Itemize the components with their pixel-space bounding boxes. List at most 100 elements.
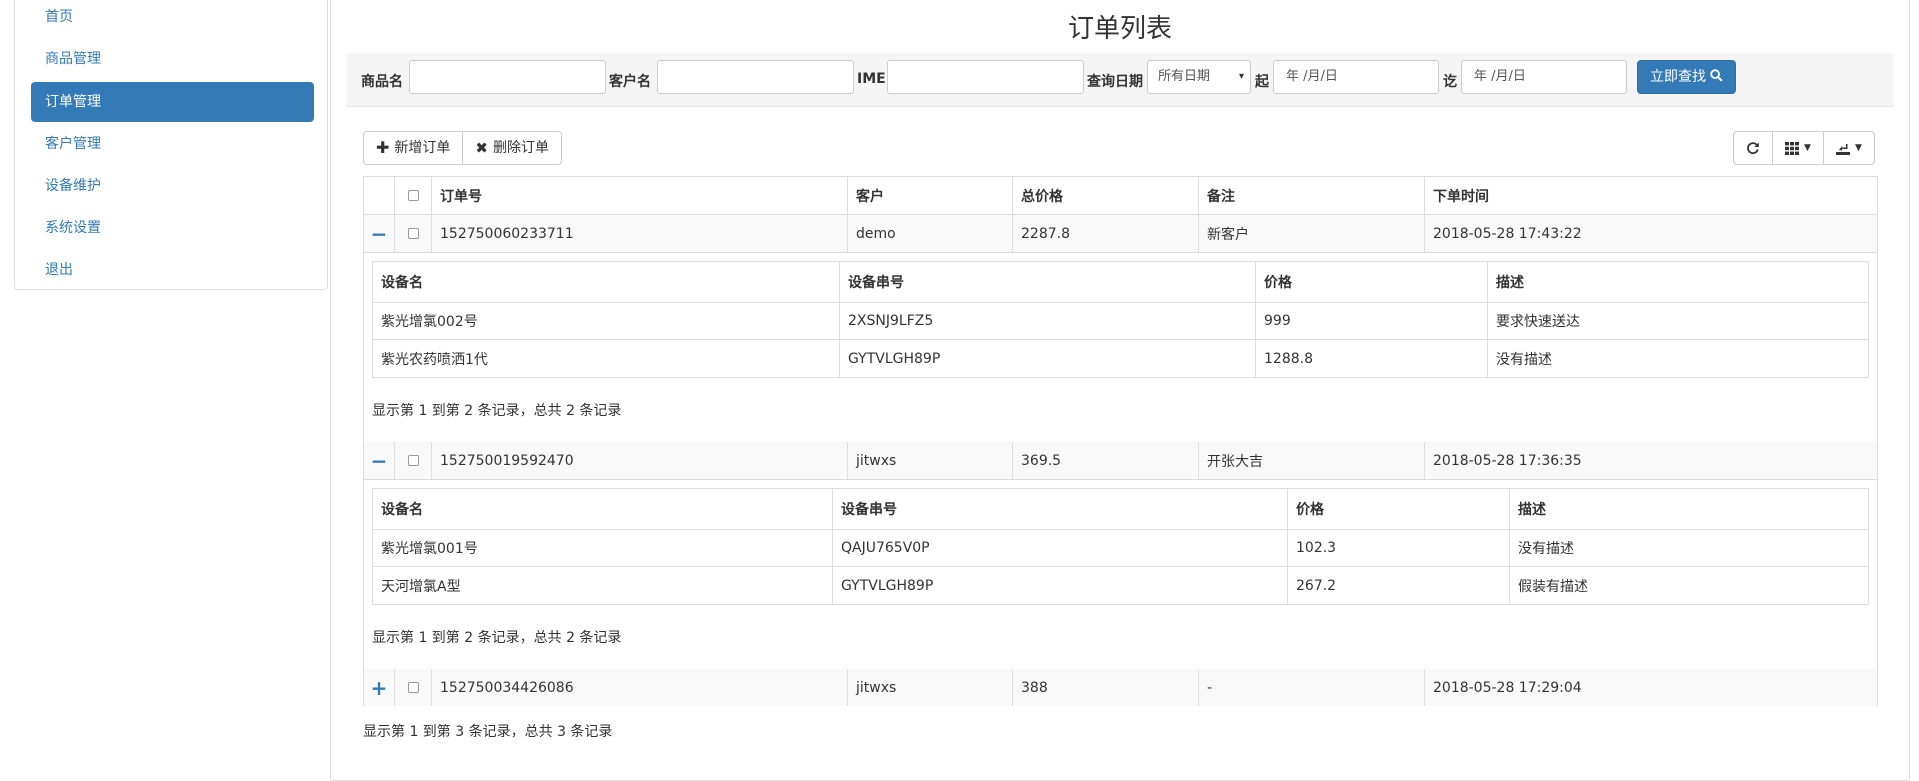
- imei-input[interactable]: [887, 60, 1084, 94]
- order-time: 2018-05-28 17:29:04: [1424, 669, 1877, 706]
- detail-column-header: 描述: [1509, 489, 1868, 529]
- order-customer: jitwxs: [847, 669, 1012, 706]
- device-serial: 2XSNJ9LFZ5: [839, 303, 1255, 339]
- detail-column-header: 设备名: [381, 275, 423, 291]
- detail-header: 设备名 设备串号 价格 描述: [373, 489, 1868, 530]
- expand-icon[interactable]: +: [364, 669, 394, 706]
- to-date-placeholder: 年 /月/日: [1474, 69, 1526, 84]
- order-total: 388: [1012, 669, 1198, 706]
- refresh-icon: [1747, 142, 1759, 154]
- add-order-label: 新增订单: [394, 140, 451, 156]
- from-date-input[interactable]: 年 /月/日: [1273, 60, 1439, 94]
- to-date-input[interactable]: 年 /月/日: [1461, 60, 1627, 94]
- device-desc: 没有描述: [1487, 340, 1868, 377]
- detail-column-header: 设备串号: [839, 262, 1255, 302]
- order-detail: 设备名 设备串号 价格 描述 紫光增氯001号 QAJU765V0P 102.3…: [364, 480, 1877, 670]
- device-name: 紫光增氯002号: [381, 314, 478, 330]
- detail-row[interactable]: 紫光增氯001号 QAJU765V0P 102.3 没有描述: [373, 530, 1868, 567]
- from-date-placeholder: 年 /月/日: [1286, 69, 1338, 84]
- to-label: 讫: [1443, 74, 1457, 90]
- detail-pagination-info: 显示第 1 到第 2 条记录，总共 2 条记录: [372, 630, 622, 646]
- search-button[interactable]: 立即查找: [1637, 60, 1737, 94]
- sidebar-item-settings[interactable]: 系统设置: [31, 208, 314, 248]
- toolbar-actions: ✚ 新增订单 ✖ 删除订单: [363, 131, 562, 165]
- detail-row[interactable]: 紫光农药喷洒1代 GYTVLGH89P 1288.8 没有描述: [373, 340, 1868, 377]
- imei-label: IMEI: [857, 71, 891, 87]
- row-checkbox[interactable]: [407, 455, 419, 466]
- detail-row[interactable]: 天河增氯A型 GYTVLGH89P 267.2 假装有描述: [373, 567, 1868, 604]
- order-note: 开张大吉: [1198, 442, 1424, 479]
- columns-caret-icon: ▼: [1804, 143, 1811, 153]
- date-select[interactable]: 所有日期 ▾: [1147, 60, 1251, 94]
- pagination-info: 显示第 1 到第 3 条记录，总共 3 条记录: [363, 724, 613, 740]
- columns-icon: [1785, 141, 1800, 155]
- search-bar: 商品名 客户名 IMEI 查询日期 所有日期 ▾ 起 年 /月/日 讫 年 /月…: [347, 53, 1893, 107]
- main-panel: 订单列表 商品名 客户名 IMEI 查询日期 所有日期 ▾ 起 年 /月/日 讫…: [330, 0, 1910, 781]
- order-note: 新客户: [1198, 215, 1424, 252]
- device-name: 紫光农药喷洒1代: [381, 351, 488, 368]
- add-order-button[interactable]: ✚ 新增订单: [363, 131, 464, 165]
- detail-column-header: 价格: [1255, 262, 1487, 302]
- date-select-value: 所有日期: [1158, 69, 1211, 84]
- sidebar-item-home[interactable]: 首页: [31, 0, 314, 37]
- column-header[interactable]: 总价格: [1012, 177, 1198, 214]
- table-row[interactable]: − 152750019592470 jitwxs 369.5 开张大吉 2018…: [364, 442, 1877, 480]
- sidebar: 首页 商品管理 订单管理 客户管理 设备维护 系统设置 退出: [14, 0, 328, 290]
- refresh-button[interactable]: [1733, 131, 1773, 165]
- select-all-checkbox[interactable]: [407, 190, 419, 201]
- customer-label: 客户名: [609, 74, 651, 90]
- sidebar-item-devices[interactable]: 设备维护: [31, 166, 314, 206]
- row-checkbox[interactable]: [407, 682, 419, 693]
- order-note: -: [1198, 669, 1424, 706]
- order-time: 2018-05-28 17:43:22: [1424, 215, 1877, 252]
- device-desc: 要求快速送达: [1487, 303, 1868, 339]
- delete-order-label: 删除订单: [492, 140, 549, 156]
- table-row[interactable]: − 152750060233711 demo 2287.8 新客户 2018-0…: [364, 215, 1877, 253]
- sidebar-item-logout[interactable]: 退出: [31, 250, 314, 290]
- table-row[interactable]: + 152750034426086 jitwxs 388 - 2018-05-2…: [364, 669, 1877, 706]
- device-price: 102.3: [1287, 530, 1509, 566]
- product-name-input[interactable]: [409, 60, 606, 94]
- device-price: 267.2: [1287, 567, 1509, 604]
- customer-name-input[interactable]: [657, 60, 854, 94]
- device-serial: QAJU765V0P: [832, 530, 1287, 566]
- dropdown-caret-icon: ▾: [1238, 71, 1244, 82]
- plus-icon: ✚: [376, 138, 390, 157]
- order-customer: jitwxs: [847, 442, 1012, 479]
- order-time: 2018-05-28 17:36:35: [1424, 442, 1877, 479]
- order-number: 152750034426086: [431, 669, 847, 706]
- order-total: 2287.8: [1012, 215, 1198, 252]
- device-serial: GYTVLGH89P: [839, 340, 1255, 377]
- delete-order-button[interactable]: ✖ 删除订单: [462, 131, 562, 165]
- sidebar-item-customers[interactable]: 客户管理: [31, 124, 314, 164]
- order-number: 152750060233711: [431, 215, 847, 252]
- order-customer: demo: [847, 215, 1012, 252]
- table-tools: ▼ ▼: [1733, 131, 1875, 165]
- sidebar-item-products[interactable]: 商品管理: [31, 39, 314, 79]
- collapse-icon[interactable]: −: [364, 442, 394, 479]
- column-header[interactable]: 客户: [847, 177, 1012, 214]
- detail-column-header: 设备名: [381, 502, 423, 518]
- order-total: 369.5: [1012, 442, 1198, 479]
- detail-column-header: 设备串号: [832, 489, 1287, 529]
- column-header[interactable]: 订单号: [431, 177, 847, 214]
- column-header[interactable]: 备注: [1198, 177, 1424, 214]
- device-desc: 假装有描述: [1509, 567, 1868, 604]
- detail-header: 设备名 设备串号 价格 描述: [373, 262, 1868, 303]
- collapse-icon[interactable]: −: [364, 215, 394, 252]
- export-caret-icon: ▼: [1855, 143, 1862, 153]
- export-button[interactable]: ▼: [1823, 131, 1875, 165]
- row-checkbox[interactable]: [407, 228, 419, 239]
- order-number: 152750019592470: [431, 442, 847, 479]
- device-name: 紫光增氯001号: [381, 541, 478, 557]
- detail-column-header: 描述: [1487, 262, 1868, 302]
- columns-button[interactable]: ▼: [1772, 131, 1824, 165]
- column-header[interactable]: 下单时间: [1424, 177, 1877, 214]
- product-label: 商品名: [361, 74, 403, 90]
- detail-row[interactable]: 紫光增氯002号 2XSNJ9LFZ5 999 要求快速送达: [373, 303, 1868, 340]
- from-label: 起: [1255, 74, 1269, 90]
- sidebar-item-orders[interactable]: 订单管理: [31, 82, 314, 122]
- detail-table: 设备名 设备串号 价格 描述 紫光增氯001号 QAJU765V0P 102.3…: [372, 488, 1869, 605]
- date-label: 查询日期: [1087, 74, 1143, 90]
- remove-icon: ✖: [475, 139, 488, 157]
